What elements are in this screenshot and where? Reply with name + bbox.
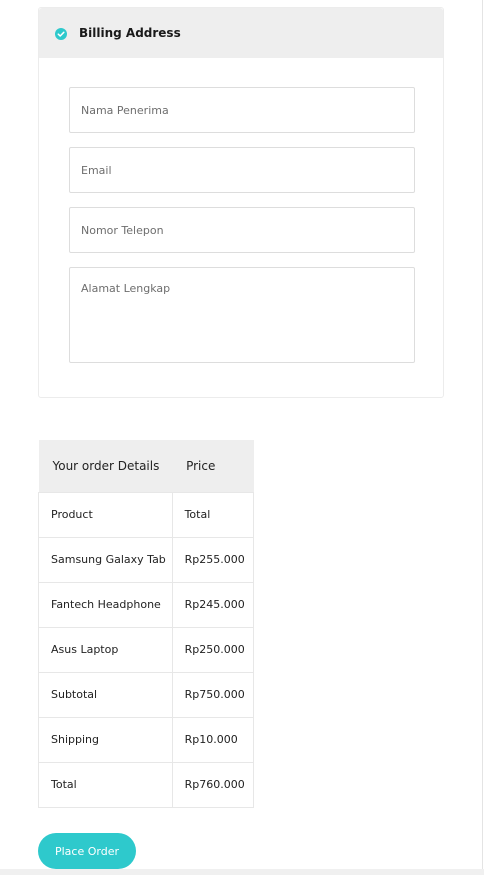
phone-number-field[interactable] bbox=[69, 207, 415, 253]
row-item-label: Subtotal bbox=[38, 671, 173, 718]
row-price-value: Total bbox=[171, 491, 255, 538]
order-details-header: Your order Details bbox=[38, 440, 173, 492]
row-item-label: Fantech Headphone bbox=[38, 581, 173, 628]
email-field[interactable] bbox=[69, 147, 415, 193]
table-row: Samsung Galaxy Tab Rp255.000 bbox=[38, 536, 255, 583]
recipient-name-field[interactable] bbox=[69, 87, 415, 133]
page-bottom-band bbox=[0, 869, 484, 875]
order-details-table: Your order Details Price Product Total S… bbox=[38, 440, 255, 808]
row-price-value: Rp760.000 bbox=[171, 761, 255, 808]
table-row: Shipping Rp10.000 bbox=[38, 716, 255, 763]
row-item-label: Total bbox=[38, 761, 173, 808]
row-item-label: Asus Laptop bbox=[38, 626, 173, 673]
table-row: Total Rp760.000 bbox=[38, 761, 255, 808]
row-item-label: Product bbox=[38, 491, 173, 538]
row-item-label: Shipping bbox=[38, 716, 173, 763]
table-row: Fantech Headphone Rp245.000 bbox=[38, 581, 255, 628]
full-address-field[interactable] bbox=[69, 267, 415, 363]
price-header: Price bbox=[172, 440, 254, 492]
billing-address-title: Billing Address bbox=[79, 26, 181, 40]
table-row: Asus Laptop Rp250.000 bbox=[38, 626, 255, 673]
row-price-value: Rp750.000 bbox=[171, 671, 255, 718]
row-price-value: Rp255.000 bbox=[171, 536, 255, 583]
billing-address-header[interactable]: Billing Address bbox=[39, 8, 443, 58]
table-row: Product Total bbox=[38, 491, 255, 538]
table-row: Subtotal Rp750.000 bbox=[38, 671, 255, 718]
check-circle-icon bbox=[55, 27, 67, 40]
order-table-header-row: Your order Details Price bbox=[38, 440, 254, 492]
row-price-value: Rp10.000 bbox=[171, 716, 255, 763]
row-price-value: Rp250.000 bbox=[171, 626, 255, 673]
row-price-value: Rp245.000 bbox=[171, 581, 255, 628]
page-right-edge bbox=[482, 0, 483, 870]
row-item-label: Samsung Galaxy Tab bbox=[38, 536, 173, 583]
billing-address-card: Billing Address bbox=[38, 7, 444, 398]
place-order-button[interactable]: Place Order bbox=[38, 833, 136, 869]
